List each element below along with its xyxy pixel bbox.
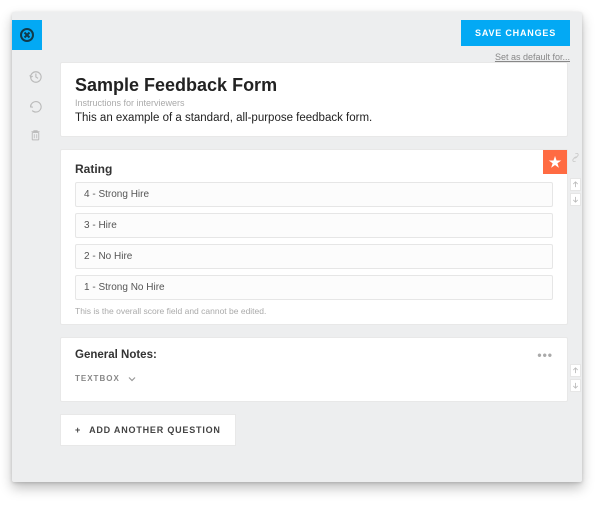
question-menu-button[interactable]: •••	[537, 348, 553, 362]
field-type-selector[interactable]: TEXTBOX	[75, 368, 136, 389]
left-tools	[12, 52, 58, 460]
instructions-label: Instructions for interviewers	[75, 98, 553, 108]
rating-option: 1 - Strong No Hire	[75, 275, 553, 300]
form-title[interactable]: Sample Feedback Form	[75, 75, 553, 96]
add-question-label: ADD ANOTHER QUESTION	[89, 425, 221, 435]
rating-locked-note: This is the overall score field and cann…	[75, 306, 553, 316]
delete-icon[interactable]	[29, 128, 42, 145]
rating-option: 4 - Strong Hire	[75, 182, 553, 207]
move-down-button[interactable]	[570, 193, 581, 206]
history-icon[interactable]	[28, 70, 42, 87]
save-changes-button[interactable]: SAVE CHANGES	[461, 20, 570, 46]
form-body: Sample Feedback Form Instructions for in…	[58, 52, 582, 460]
arrow-up-icon	[572, 367, 579, 374]
arrow-down-icon	[572, 196, 579, 203]
form-description[interactable]: This an example of a standard, all-purpo…	[75, 112, 553, 124]
form-header-card: Sample Feedback Form Instructions for in…	[60, 62, 568, 137]
undo-icon[interactable]	[28, 99, 42, 116]
close-icon	[19, 27, 35, 43]
arrow-down-icon	[572, 382, 579, 389]
notes-title[interactable]: General Notes:	[75, 349, 157, 361]
close-button[interactable]	[12, 20, 42, 50]
top-bar: SAVE CHANGES Set as default for...	[12, 12, 582, 52]
move-down-button[interactable]	[570, 379, 581, 392]
rating-option: 2 - No Hire	[75, 244, 553, 269]
plus-icon: +	[75, 425, 81, 435]
notes-question-card[interactable]: General Notes: ••• TEXTBOX	[60, 337, 568, 402]
kebab-icon: •••	[537, 348, 553, 362]
star-icon: ★	[549, 154, 562, 171]
chevron-down-icon	[128, 375, 136, 383]
rating-option: 3 - Hire	[75, 213, 553, 238]
link-icon[interactable]	[570, 150, 581, 164]
required-badge: ★	[543, 150, 567, 174]
rating-title: Rating	[75, 160, 112, 176]
arrow-up-icon	[572, 181, 579, 188]
field-type-label: TEXTBOX	[75, 374, 120, 383]
feedback-form-editor: SAVE CHANGES Set as default for... Sampl…	[12, 12, 582, 482]
rating-question-card: ★ Rating 4 - S	[60, 149, 568, 325]
add-question-button[interactable]: + ADD ANOTHER QUESTION	[60, 414, 236, 446]
move-up-button[interactable]	[570, 364, 581, 377]
move-up-button[interactable]	[570, 178, 581, 191]
